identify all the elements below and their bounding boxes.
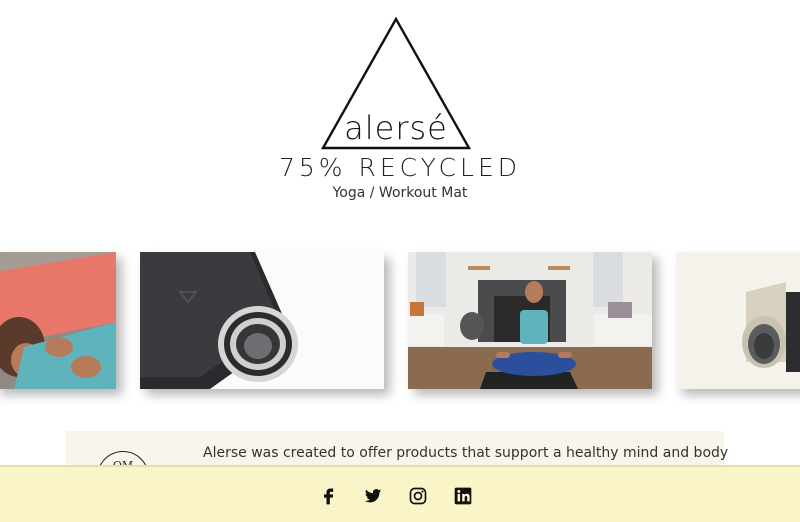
social-footer <box>0 465 800 522</box>
carousel-slide-meditating[interactable] <box>408 252 652 389</box>
facebook-icon[interactable] <box>316 484 342 508</box>
instagram-icon[interactable] <box>405 484 431 508</box>
brand-header: alersé 75% RECYCLED Yoga / Workout Mat <box>0 0 800 215</box>
page-headline: 75% RECYCLED <box>278 153 522 182</box>
linkedin-icon[interactable] <box>450 484 476 508</box>
carousel-slide-beige-mats[interactable] <box>676 252 800 389</box>
about-text: Alerse was created to offer products tha… <box>203 445 729 461</box>
rolled-mats-image <box>676 252 800 389</box>
twitter-icon[interactable] <box>360 484 386 508</box>
page-subhead: Yoga / Workout Mat <box>332 185 468 201</box>
carousel-slide-rolled-mat[interactable] <box>140 252 384 389</box>
woman-meditating-image <box>408 252 652 389</box>
rolled-mat-image <box>140 252 384 389</box>
product-carousel[interactable] <box>0 250 800 400</box>
brand-wordmark[interactable]: alersé <box>320 108 472 148</box>
woman-lying-image <box>0 252 116 389</box>
carousel-slide-woman-lying[interactable] <box>0 252 116 389</box>
